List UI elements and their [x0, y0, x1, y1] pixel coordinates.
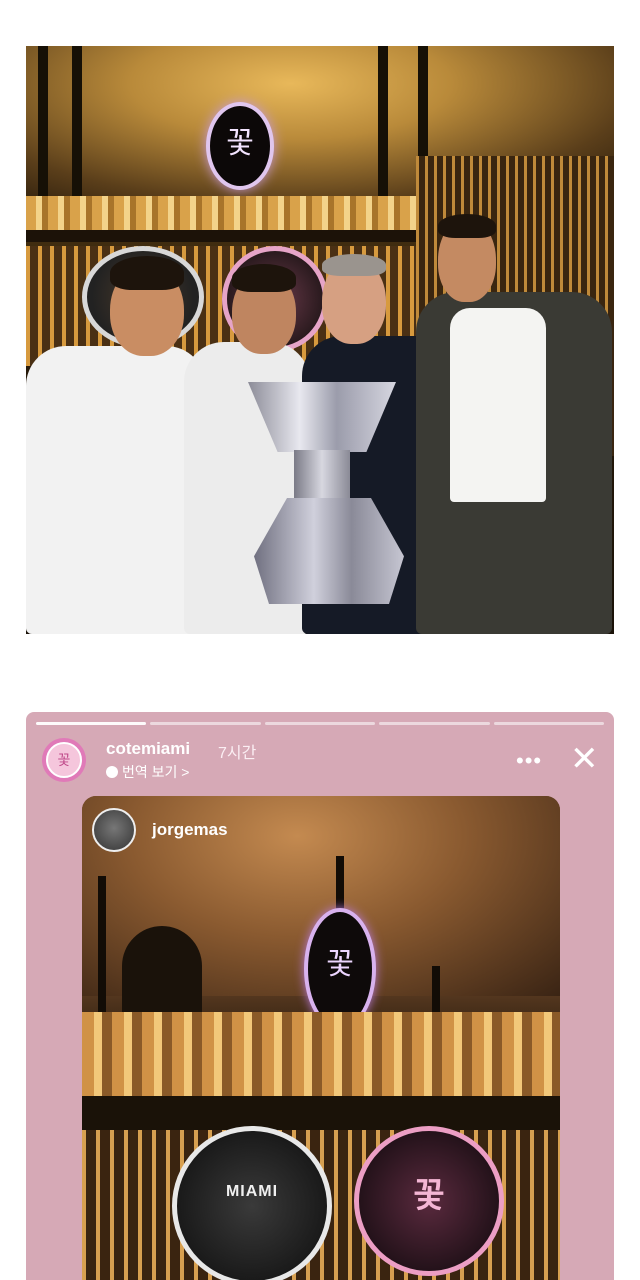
- top-photo: 꽃: [26, 46, 614, 634]
- bottle-shelf: [26, 196, 456, 230]
- reshared-post[interactable]: jorgemas 꽃 MIAMI 꽃: [82, 796, 560, 1280]
- story-timestamp: 7시간: [218, 745, 257, 762]
- progress-segment: [493, 722, 605, 725]
- progress-segment: [36, 722, 147, 725]
- avatar-flower-icon: 꽃: [46, 742, 82, 778]
- avatar[interactable]: 꽃: [42, 738, 86, 782]
- shelf-base: [26, 230, 466, 242]
- progress-segment: [264, 722, 376, 725]
- sign-glyph: 꽃: [226, 126, 254, 161]
- reshare-username[interactable]: jorgemas: [152, 820, 228, 840]
- badge-word: MIAMI: [225, 1183, 279, 1200]
- reshare-avatar[interactable]: [92, 808, 136, 852]
- sign-glyph: 꽃: [326, 947, 354, 982]
- flower-badge-logo: 꽃: [354, 1126, 504, 1276]
- badge-glyph: 꽃: [413, 1176, 445, 1216]
- progress-segment: [150, 722, 261, 725]
- flower-neon-sign: 꽃: [206, 102, 274, 190]
- club-badge-logo: MIAMI: [172, 1126, 332, 1280]
- translate-icon: [106, 766, 118, 778]
- trophy-stem: [294, 450, 350, 500]
- translate-link[interactable]: 번역 보기 >: [106, 762, 189, 782]
- story-progress-bar: [36, 722, 605, 725]
- more-options-icon[interactable]: •••: [516, 748, 542, 774]
- shelf-base: [82, 1096, 560, 1130]
- instagram-story[interactable]: 꽃 cotemiami 7시간 번역 보기 > ••• ✕ jorgemas 꽃…: [26, 712, 614, 1280]
- translate-label: 번역 보기 >: [122, 764, 190, 780]
- column: [122, 926, 202, 1016]
- story-username[interactable]: cotemiami: [106, 739, 190, 759]
- progress-segment: [379, 722, 490, 725]
- close-icon[interactable]: ✕: [570, 742, 599, 776]
- bottle-shelf: [82, 1012, 560, 1096]
